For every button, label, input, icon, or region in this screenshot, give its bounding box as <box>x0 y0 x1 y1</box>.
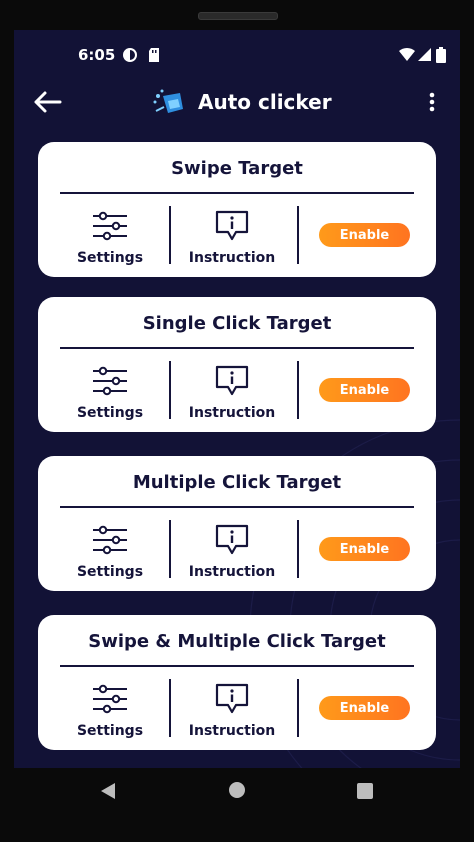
status-time: 6:05 <box>78 46 116 64</box>
phone-speaker <box>198 12 278 20</box>
back-arrow-icon[interactable] <box>32 90 62 114</box>
instruction-button[interactable]: Instruction <box>177 677 287 743</box>
sliders-icon <box>93 211 127 241</box>
status-bar: 6:05 <box>14 30 460 78</box>
sliders-icon <box>93 684 127 714</box>
app-title: Auto clicker <box>198 90 332 114</box>
card-divider <box>60 506 414 508</box>
enable-button[interactable]: Enable <box>319 696 410 720</box>
app-screen: 6:05 Auto clicker Swipe Target Settings … <box>14 30 460 768</box>
settings-label: Settings <box>76 723 144 739</box>
instruction-button[interactable]: Instruction <box>177 359 287 425</box>
system-nav-bar <box>0 768 474 814</box>
card-title: Swipe & Multiple Click Target <box>88 631 386 652</box>
sliders-icon <box>93 525 127 555</box>
nav-back-icon[interactable] <box>98 781 118 801</box>
more-vert-icon[interactable] <box>424 90 440 114</box>
vertical-divider <box>169 520 171 578</box>
instruction-button[interactable]: Instruction <box>177 518 287 584</box>
app-bar: Auto clicker <box>14 78 460 128</box>
instruction-label: Instruction <box>188 564 276 580</box>
info-bubble-icon <box>215 524 249 555</box>
app-logo-icon <box>153 89 183 113</box>
enable-button[interactable]: Enable <box>319 537 410 561</box>
card-title: Swipe Target <box>171 158 303 179</box>
nav-recents-icon[interactable] <box>356 782 374 800</box>
info-bubble-icon <box>215 210 249 241</box>
instruction-label: Instruction <box>188 723 276 739</box>
instruction-label: Instruction <box>188 250 276 266</box>
settings-label: Settings <box>76 564 144 580</box>
settings-button[interactable]: Settings <box>66 204 154 270</box>
info-bubble-icon <box>215 365 249 396</box>
info-bubble-icon <box>215 683 249 714</box>
vertical-divider <box>297 361 299 419</box>
settings-button[interactable]: Settings <box>66 359 154 425</box>
settings-label: Settings <box>76 250 144 266</box>
card-multiple-click-target: Multiple Click Target Settings Instructi… <box>38 456 436 591</box>
card-single-click-target: Single Click Target Settings Instruction… <box>38 297 436 432</box>
card-swipe-target: Swipe Target Settings Instruction Enable <box>38 142 436 277</box>
card-divider <box>60 665 414 667</box>
card-divider <box>60 347 414 349</box>
instruction-label: Instruction <box>188 405 276 421</box>
card-swipe-multiple-click-target: Swipe & Multiple Click Target Settings I… <box>38 615 436 750</box>
vertical-divider <box>169 679 171 737</box>
vertical-divider <box>169 361 171 419</box>
signal-icon <box>418 48 431 61</box>
card-title: Single Click Target <box>142 313 332 334</box>
battery-icon <box>436 47 446 63</box>
vertical-divider <box>169 206 171 264</box>
enable-button[interactable]: Enable <box>319 223 410 247</box>
notification-icon <box>123 48 137 62</box>
vertical-divider <box>297 206 299 264</box>
card-title: Multiple Click Target <box>132 472 342 493</box>
instruction-button[interactable]: Instruction <box>177 204 287 270</box>
settings-button[interactable]: Settings <box>66 677 154 743</box>
vertical-divider <box>297 679 299 737</box>
vertical-divider <box>297 520 299 578</box>
settings-button[interactable]: Settings <box>66 518 154 584</box>
sd-card-icon <box>149 48 159 62</box>
phone-frame: 6:05 Auto clicker Swipe Target Settings … <box>0 0 474 842</box>
enable-button[interactable]: Enable <box>319 378 410 402</box>
card-divider <box>60 192 414 194</box>
wifi-icon <box>399 47 415 61</box>
nav-home-icon[interactable] <box>228 781 246 799</box>
sliders-icon <box>93 366 127 396</box>
settings-label: Settings <box>76 405 144 421</box>
